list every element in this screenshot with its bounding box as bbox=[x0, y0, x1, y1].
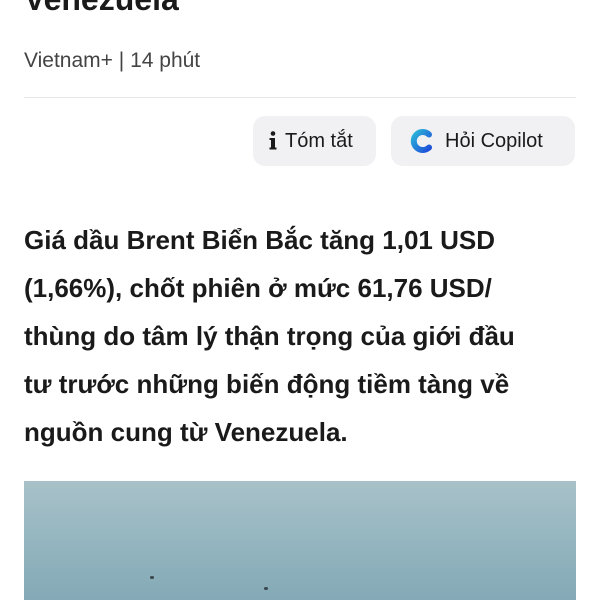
meta-separator: | bbox=[118, 49, 125, 72]
summary-line: thùng do tâm lý thận trọng của giới đầu bbox=[24, 321, 515, 351]
summary-line: Giá dầu Brent Biển Bắc tăng 1,01 USD bbox=[24, 225, 496, 255]
summary-line: nguồn cung từ Venezuela. bbox=[24, 417, 348, 447]
ask-copilot-button[interactable]: Hỏi Copilot bbox=[391, 116, 575, 166]
source-name[interactable]: Vietnam+ bbox=[24, 49, 113, 72]
article-meta: Vietnam+ | 14 phút bbox=[24, 47, 200, 75]
article-title: Venezuela bbox=[24, 0, 179, 19]
summary-button-label: Tóm tắt bbox=[285, 129, 353, 152]
copilot-button-label: Hỏi Copilot bbox=[445, 129, 543, 152]
article-page: Venezuela Vietnam+ | 14 phút Tóm tắt Hỏi… bbox=[0, 0, 600, 600]
hero-image[interactable] bbox=[24, 481, 576, 600]
copilot-icon bbox=[410, 129, 432, 153]
divider bbox=[24, 97, 576, 98]
summary-button[interactable]: Tóm tắt bbox=[253, 116, 376, 166]
info-icon bbox=[269, 131, 277, 150]
bird-speck bbox=[150, 576, 154, 579]
summary-line: tư trước những biến động tiềm tàng về bbox=[24, 369, 510, 399]
bird-speck bbox=[264, 587, 268, 590]
publish-time: 14 phút bbox=[130, 49, 201, 72]
article-summary: Giá dầu Brent Biển Bắc tăng 1,01 USD (1,… bbox=[24, 216, 584, 456]
summary-line: (1,66%), chốt phiên ở mức 61,76 USD/ bbox=[24, 273, 492, 303]
